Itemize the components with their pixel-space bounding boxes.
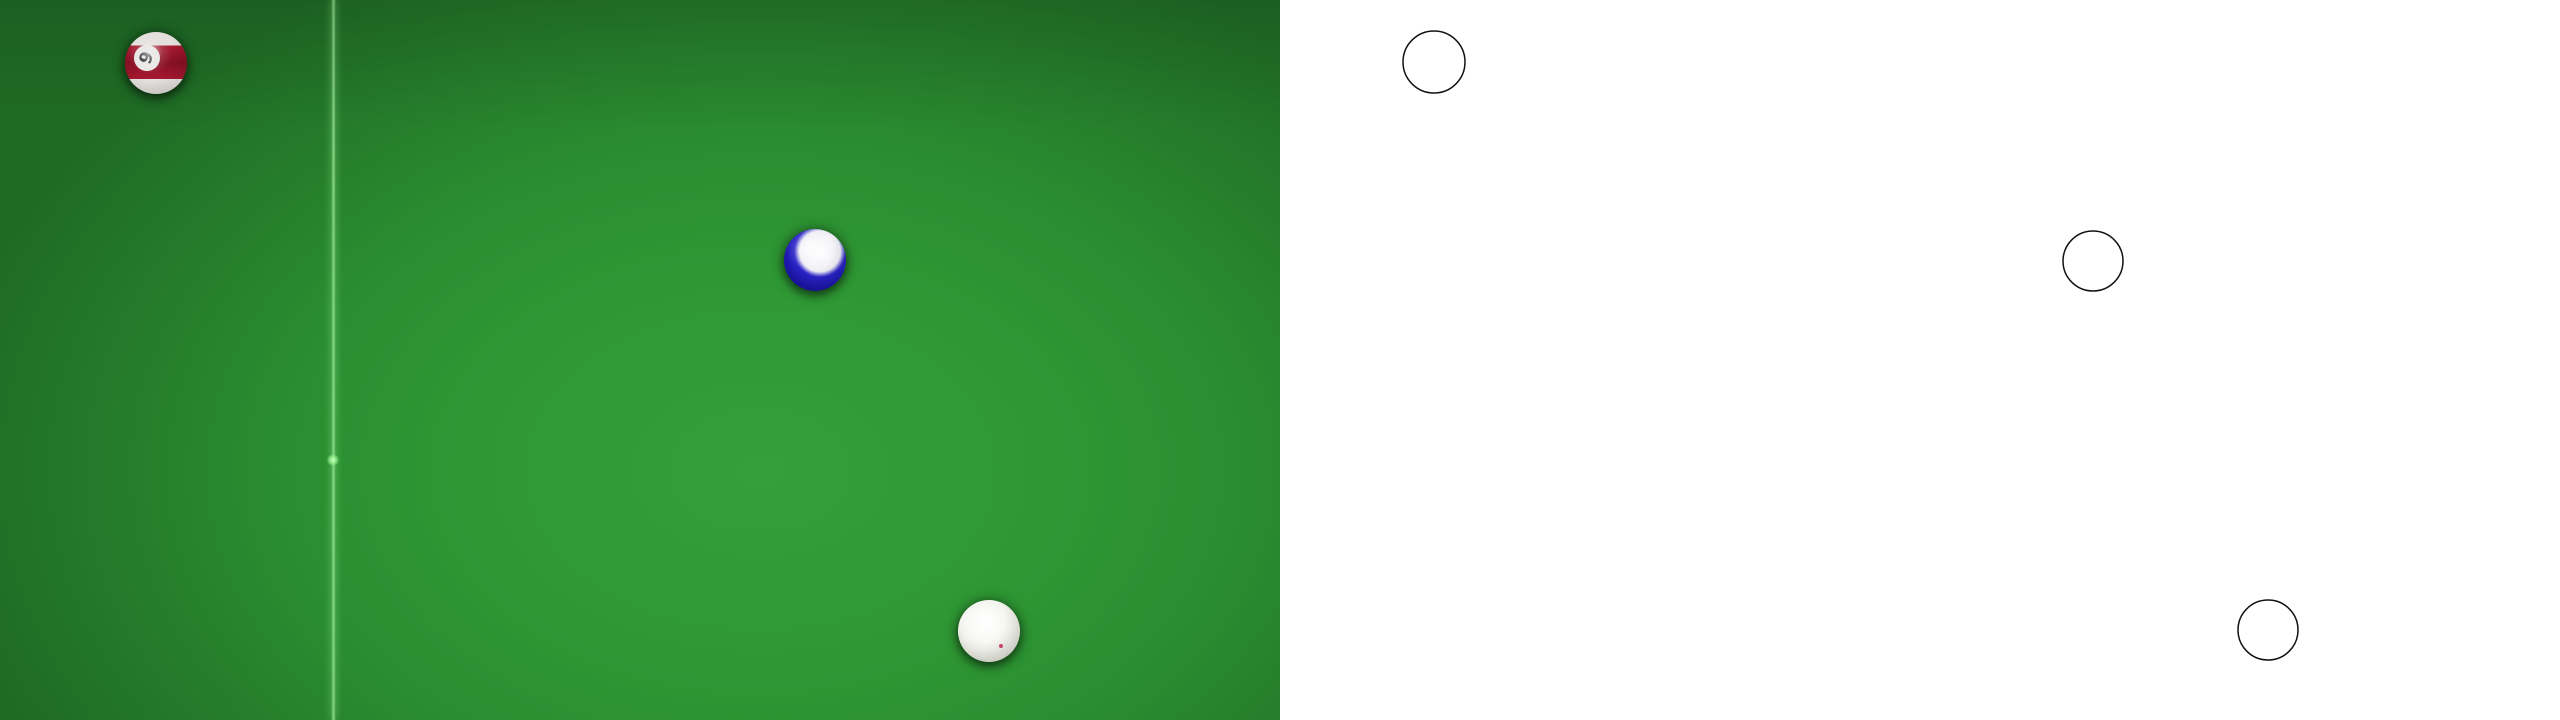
pool-table-felt[interactable]: 9 bbox=[0, 0, 1280, 720]
head-spot-marker bbox=[327, 454, 339, 466]
ball-number: 9 bbox=[130, 41, 164, 75]
red-stripe-ball-outline bbox=[1402, 30, 1466, 94]
cue-ball-outline bbox=[2237, 599, 2299, 661]
head-string-line bbox=[331, 0, 336, 720]
game-stage: 9 bbox=[0, 0, 2560, 720]
cue-ball-mark bbox=[999, 644, 1003, 648]
red-stripe-ball[interactable]: 9 bbox=[125, 32, 187, 94]
blue-stripe-ball-outline bbox=[2062, 230, 2124, 292]
ball-outline-panel bbox=[1280, 0, 2560, 720]
cue-ball[interactable] bbox=[958, 600, 1020, 662]
outline-canvas bbox=[1402, 30, 2299, 661]
blue-stripe-ball[interactable] bbox=[784, 229, 846, 291]
